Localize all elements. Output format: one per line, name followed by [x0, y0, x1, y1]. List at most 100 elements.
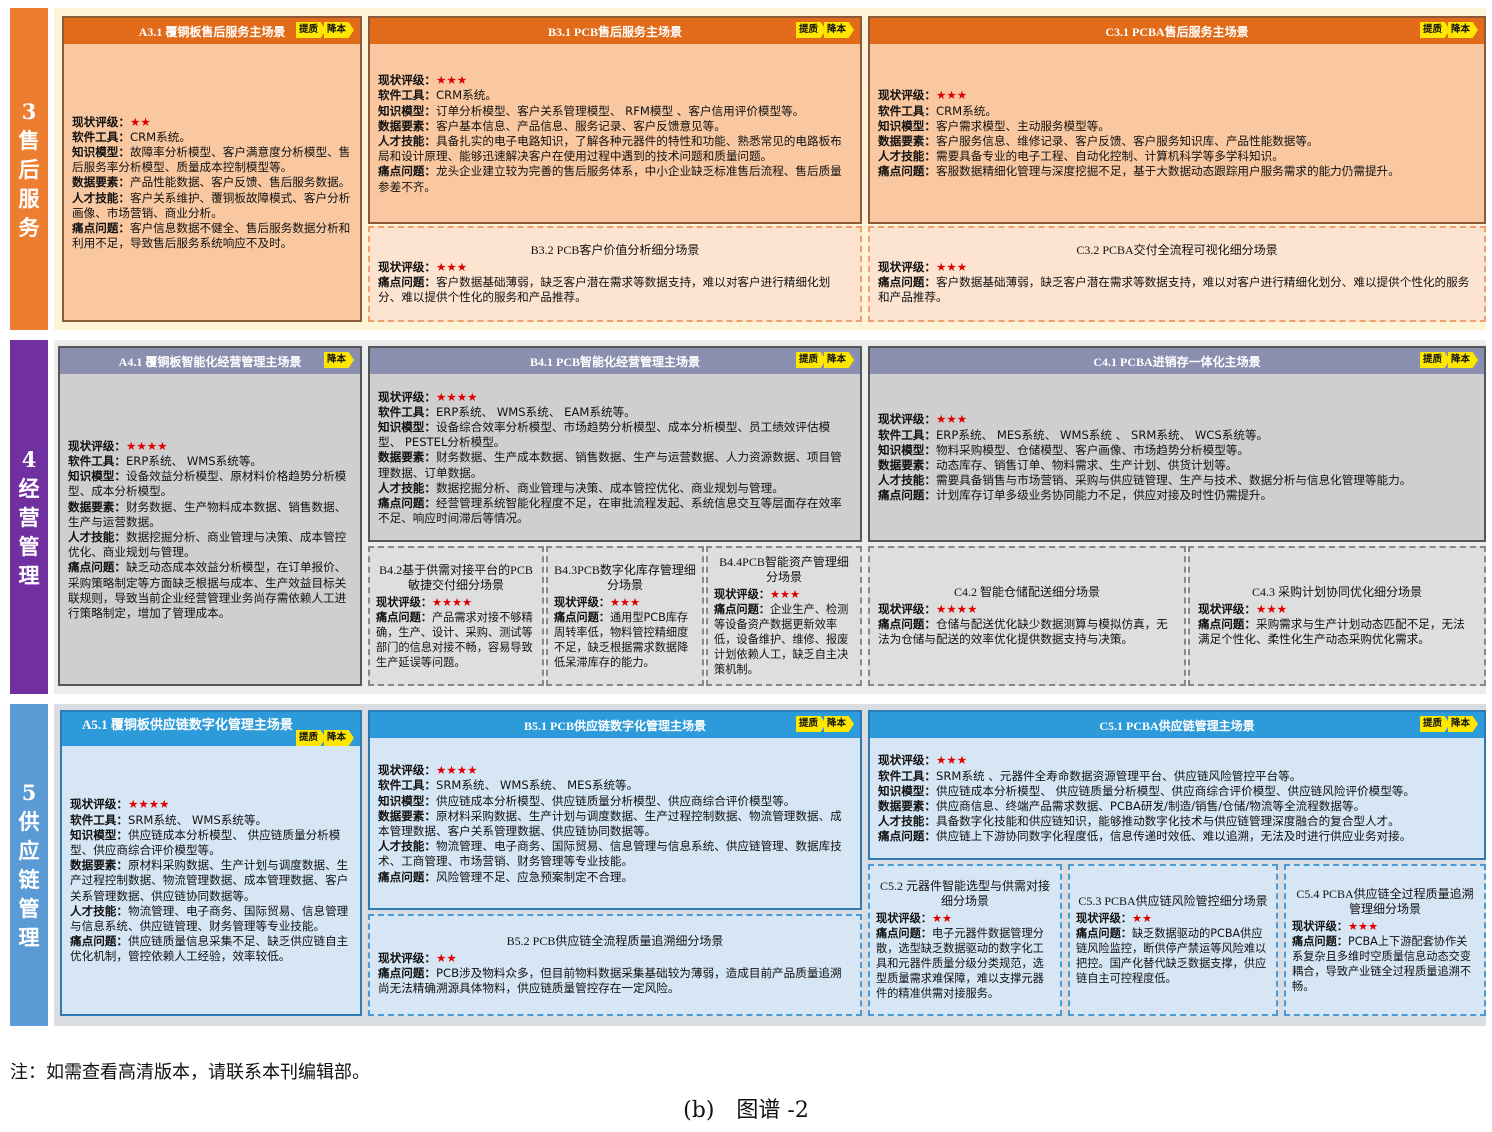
section-3: 3 售后服务 A3.1 覆铜板售后服务主场景 提质 降本 现状评级：★★ 软件工具：CRM系… [0, 8, 1492, 330]
sub-scene-title: C3.2 PCBA交付全流程可视化细分场景 [1076, 242, 1278, 257]
field-line: 数据要素：原材料采购数据、生产计划与调度数据、生产过程控制数据、物流管理数据、成… [378, 809, 852, 839]
field-label: 痛点问题： [378, 496, 436, 510]
field-line: 知识模型：订单分析模型、客户关系管理模型、 RFM模型 、客户信用评价模型等。 [378, 104, 852, 119]
field-label: 痛点问题： [1198, 616, 1256, 631]
scene-tags: 提质 降本 [795, 22, 854, 38]
field-line: 人才技能：数据挖掘分析、商业管理与决策、成本管控优化、商业规划与管理。 [68, 530, 352, 560]
scene-header: A3.1 覆铜板售后服务主场景 提质 降本 [64, 18, 360, 44]
field-value: 需要具备专业的电子工程、自动化控制、计算机科学等多学科知识。 [935, 149, 1284, 164]
main-scene-box: B3.1 PCB售后服务主场景 提质 降本 现状评级：★★★ 软件工具：CRM系统。 知识… [368, 16, 862, 224]
field-line: 痛点问题：采购需求与生产计划动态匹配不足，无法满足个性化、柔性化生产动态采购优化… [1198, 617, 1476, 647]
section-bar: 4 经营管理 [10, 340, 48, 694]
field-line: 数据要素：财务数据、生产成本数据、销售数据、生产与运营数据、人力资源数据、项目管… [378, 450, 852, 480]
field-line: 知识模型：设备效益分析模型、原材料价格趋势分析模型、成本分析模型。 [68, 469, 352, 499]
field-label: 知识模型： [70, 827, 128, 842]
field-value: 动态库存、销售订单、物料需求、生产计划、供货计划等。 [935, 458, 1238, 472]
field-label: 痛点问题： [878, 488, 936, 503]
field-line: 数据要素：客户基本信息、产品信息、服务记录、客户反馈意见等。 [378, 119, 852, 134]
field-line: 痛点问题：客户数据基础薄弱，缺乏客户潜在需求等数据支持，难以对客户进行精细化划分… [378, 275, 852, 305]
field-label: 痛点问题： [378, 869, 436, 884]
section-title-char: 售 [18, 127, 40, 153]
field-label: 人才技能： [72, 190, 130, 205]
field-label: 痛点问题： [378, 274, 436, 289]
field-line: 痛点问题：缺乏动态成本效益分析模型，在订单报价、采购策略制定等方面缺乏根据与成本… [68, 560, 352, 621]
field-label: 数据要素： [68, 499, 126, 514]
field-line: 现状评级：★★★★ [378, 763, 852, 778]
field-value: 具备数字化技能和供应链知识，能够推动数字化技术与供应链管理深度融合的复合型人才。 [935, 814, 1400, 829]
field-line: 现状评级：★★★★ [376, 595, 536, 610]
field-label: 人才技能： [68, 530, 126, 544]
field-label: 软件工具： [70, 812, 128, 827]
field-value: 风险管理不足、应急预案制定不合理。 [435, 869, 634, 884]
rating-stars: ★★★ [1255, 601, 1288, 616]
field-label: 数据要素： [378, 118, 436, 133]
field-line: 人才技能：具备数字化技能和供应链知识，能够推动数字化技术与供应链管理深度融合的复… [878, 814, 1476, 829]
field-label: 现状评级： [876, 912, 932, 925]
field-label: 现状评级： [878, 259, 936, 274]
sub-scene-box: C5.4 PCBA供应链全过程质量追溯管理细分场景 现状评级：★★★ 痛点问题：PC… [1284, 864, 1486, 1016]
sub-scene-box: C4.3 采购计划协同优化细分场景现状评级：★★★ 痛点问题：采购需求与生产计划动… [1188, 546, 1486, 686]
field-label: 现状评级： [1198, 601, 1256, 616]
section-number: 5 [21, 780, 37, 805]
field-line: 人才技能：需要具备销售与市场营销、采购与供应链管理、生产与技术、数据分析与信息化… [878, 473, 1476, 488]
field-line: 现状评级：★★★ [554, 595, 696, 610]
field-line: 痛点问题：计划库存订单多级业务协同能力不足，供应对接及时性仍需提升。 [878, 488, 1476, 503]
tag-badge: 降本 [823, 716, 854, 732]
field-label: 现状评级： [878, 753, 936, 768]
tag-badge: 提质 [1419, 22, 1450, 38]
field-label: 现状评级： [878, 88, 936, 103]
field-line: 现状评级：★★★ [878, 753, 1476, 768]
sub-scene-title: B4.4PCB智能资产管理细分场景 [719, 555, 849, 584]
field-label: 知识模型： [72, 144, 130, 159]
field-line: 数据要素：财务数据、生产物料成本数据、销售数据、生产与运营数据。 [68, 500, 352, 530]
section-bar: 3 售后服务 [10, 8, 48, 330]
field-label: 现状评级： [68, 438, 126, 453]
field-label: 人才技能： [70, 903, 128, 918]
rating-stars: ★★★★ [435, 389, 478, 404]
rating-stars: ★★★ [769, 588, 801, 601]
section-title-char: 营 [18, 504, 40, 530]
field-line: 痛点问题：龙头企业建立较为完善的售后服务体系，中小企业缺乏标准售后流程、售后质量… [378, 164, 852, 194]
sub-scene-body: C5.4 PCBA供应链全过程质量追溯管理细分场景 现状评级：★★★ 痛点问题：PC… [1286, 866, 1484, 1014]
field-value: 订单分析模型、客户关系管理模型、 RFM模型 、客户信用评价模型等。 [435, 103, 805, 118]
field-line: 知识模型：供应链成本分析模型、 供应链质量分析模型、供应商综合评价模型、供应链风… [878, 784, 1476, 799]
main-scene-box: B5.1 PCB供应链数字化管理主场景 提质 降本 现状评级：★★★★ 软件工具：SRM… [368, 710, 862, 910]
scene-body: 现状评级：★★ 软件工具：CRM系统。 知识模型：故障率分析模型、客户满意度分析模型… [64, 46, 360, 320]
scene-tags: 降本 [323, 352, 354, 368]
tag-badge: 提质 [795, 352, 826, 368]
field-line: 人才技能：需要具备专业的电子工程、自动化控制、计算机科学等多学科知识。 [878, 149, 1476, 164]
rating-stars: ★★★ [1347, 919, 1379, 933]
scene-title: C5.1 PCBA供应链管理主场景 [1099, 718, 1255, 733]
field-label: 痛点问题： [878, 829, 936, 844]
field-value: 客户服务信息、维修记录、客户反馈、客户服务知识库、产品性能数据等。 [935, 134, 1319, 148]
sub-scene-box: C5.2 元器件智能选型与供需对接细分场景 现状评级：★★ 痛点问题：电子元器件数据… [868, 864, 1062, 1016]
tag-badge: 降本 [323, 22, 354, 38]
sub-scene-title: B5.2 PCB供应链全流程质量追溯细分场景 [506, 933, 724, 948]
field-line: 痛点问题：缺乏数据驱动的PCBA供应链风险监控，断供停产禁运等风险难以把控。国产… [1076, 926, 1270, 986]
sub-scene-box: B4.3PCB数字化库存管理细分场景 现状评级：★★★ 痛点问题：通用型PCB库存周… [546, 546, 704, 686]
field-line: 痛点问题：供应链上下游协同数字化程度低，信息传递时效低、难以追溯，无法及时进行供… [878, 829, 1476, 844]
field-value: PCB涉及物料众多，但目前物料数据采集基础较为薄弱，造成目前产品质量追溯尚无法精… [378, 965, 842, 996]
field-value: CRM系统。 [129, 129, 191, 144]
field-label: 痛点问题： [1076, 927, 1132, 940]
field-line: 痛点问题：风险管理不足、应急预案制定不合理。 [378, 870, 852, 885]
sub-scene-title: C4.3 采购计划协同优化细分场景 [1251, 584, 1422, 599]
rating-stars: ★★★★ [431, 595, 473, 609]
field-line: 痛点问题：产品需求对接不够精确，生产、设计、采购、测试等部门的信息对接不畅，容易… [376, 610, 536, 670]
sub-scene-box: C3.2 PCBA交付全流程可视化细分场景 现状评级：★★★ 痛点问题：客户数据基础… [868, 226, 1486, 322]
main-scene-box: B4.1 PCB智能化经营管理主场景 提质 降本 现状评级：★★★★ 软件工具：ERP系… [368, 346, 862, 542]
field-line: 数据要素：客户服务信息、维修记录、客户反馈、客户服务知识库、产品性能数据等。 [878, 134, 1476, 149]
scene-title: A4.1 覆铜板智能化经营管理主场景 [118, 354, 302, 369]
field-label: 人才技能： [878, 814, 936, 829]
field-line: 痛点问题：通用型PCB库存周转率低，物料管控精细度不足，缺乏根据需求数据降低呆滞… [554, 610, 696, 670]
field-line: 现状评级：★★ [876, 911, 1054, 926]
sub-scene-title: C5.3 PCBA供应链风险管控细分场景 [1078, 894, 1268, 908]
field-label: 数据要素： [878, 458, 936, 472]
tag-badge: 提质 [295, 22, 326, 38]
sub-scene-box: B3.2 PCB客户价值分析细分场景 现状评级：★★★ 痛点问题：客户数据基础薄弱，… [368, 226, 862, 322]
field-label: 软件工具： [878, 427, 936, 442]
rating-stars: ★★★★ [127, 797, 170, 812]
sub-scene-body: C4.2 智能仓储配送细分场景 现状评级：★★★★ 痛点问题：仓储与配送优化缺少数据… [870, 548, 1184, 684]
sub-scene-body: B4.4PCB智能资产管理细分场景 现状评级：★★★ 痛点问题：企业生产、检测等设备… [708, 548, 860, 684]
field-line: 软件工具：CRM系统。 [72, 130, 352, 145]
